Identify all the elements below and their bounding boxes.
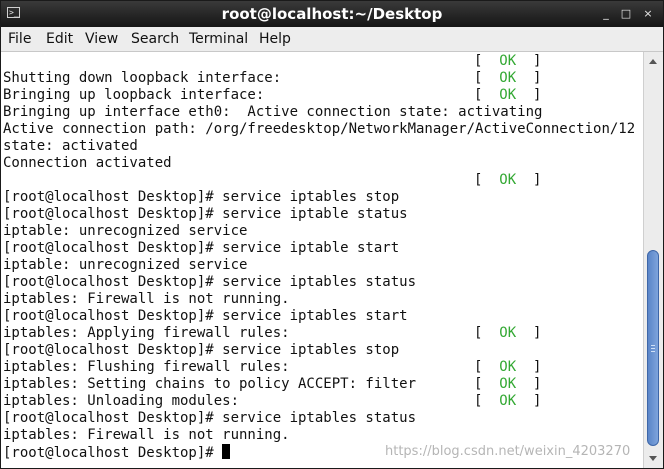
terminal-line: [root@localhost Desktop]# service iptabl… [3, 206, 408, 222]
scroll-down-arrow-icon[interactable] [649, 456, 657, 461]
menu-search[interactable]: Search [131, 30, 179, 48]
watermark: https://blog.csdn.net/weixin_4203270 [385, 444, 631, 459]
terminal-prompt[interactable]: [root@localhost Desktop]# [3, 444, 231, 462]
terminal-window: >_ root@localhost:~/Desktop _ □ × File E… [0, 0, 664, 469]
terminal-line: iptable: unrecognized service [3, 257, 248, 273]
terminal-output[interactable]: [ OK ] Shutting down loopback interface: [… [1, 52, 643, 468]
terminal-line: [root@localhost Desktop]# service iptabl… [3, 189, 400, 205]
terminal-line: Shutting down loopback interface: [3, 70, 282, 86]
minimize-button[interactable]: _ [598, 6, 614, 22]
terminal-line: Bringing up loopback interface: [3, 87, 265, 103]
title-bar[interactable]: >_ root@localhost:~/Desktop _ □ × [1, 1, 663, 27]
status-ok: [ OK ] [474, 172, 542, 188]
terminal-line: state: activated [3, 138, 138, 154]
terminal-line: Bringing up interface eth0: Active conne… [3, 104, 543, 120]
status-ok: [ OK ] [474, 53, 542, 69]
menu-help[interactable]: Help [259, 30, 291, 48]
terminal-line: [root@localhost Desktop]# service iptabl… [3, 240, 400, 256]
terminal-line: [root@localhost Desktop]# service iptabl… [3, 342, 400, 358]
vertical-scrollbar[interactable] [643, 52, 663, 468]
scroll-up-arrow-icon[interactable] [649, 59, 657, 64]
terminal-line: iptables: Setting chains to policy ACCEP… [3, 376, 417, 392]
window-title: root@localhost:~/Desktop [221, 5, 443, 23]
menu-bar: File Edit View Search Terminal Help [1, 27, 663, 52]
text-cursor [222, 444, 231, 459]
terminal-line: iptable: unrecognized service [3, 223, 248, 239]
menu-edit[interactable]: Edit [46, 30, 73, 48]
status-ok: [ OK ] [474, 359, 542, 375]
terminal-line: iptables: Firewall is not running. [3, 427, 290, 443]
terminal-line: iptables: Applying firewall rules: [3, 325, 290, 341]
terminal-line: Connection activated [3, 155, 172, 171]
menu-terminal[interactable]: Terminal [189, 30, 248, 48]
terminal-line: [root@localhost Desktop]# service iptabl… [3, 308, 408, 324]
scrollbar-thumb[interactable] [647, 250, 659, 446]
menu-file[interactable]: File [8, 30, 31, 48]
terminal-line: [root@localhost Desktop]# service iptabl… [3, 410, 417, 426]
status-ok: [ OK ] [474, 70, 542, 86]
terminal-line: [root@localhost Desktop]# service iptabl… [3, 274, 417, 290]
terminal-line: Active connection path: /org/freedesktop… [3, 121, 636, 137]
terminal-line: iptables: Firewall is not running. [3, 291, 290, 307]
status-ok: [ OK ] [474, 393, 542, 409]
status-ok: [ OK ] [474, 376, 542, 392]
maximize-button[interactable]: □ [618, 6, 634, 22]
status-ok: [ OK ] [474, 325, 542, 341]
terminal-line: iptables: Unloading modules: [3, 393, 240, 409]
close-button[interactable]: × [640, 6, 656, 22]
status-ok: [ OK ] [474, 87, 542, 103]
menu-view[interactable]: View [85, 30, 118, 48]
terminal-line: iptables: Flushing firewall rules: [3, 359, 290, 375]
